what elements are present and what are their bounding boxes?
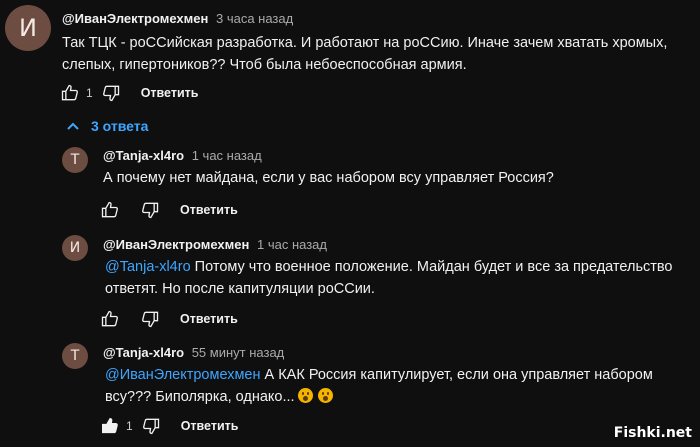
reply-header: @ИванЭлектромехмен 1 час назад <box>103 237 327 252</box>
comment-actions: 1 Ответить <box>58 81 198 105</box>
reply-button[interactable]: Ответить <box>180 312 238 326</box>
replies-count-label: 3 ответа <box>91 118 149 134</box>
replies-toggle-button[interactable]: 3 ответа <box>65 118 148 134</box>
dislike-button[interactable] <box>139 414 163 438</box>
reply-text-line: @ИванЭлектромехмен А КАК Россия капитули… <box>105 364 653 386</box>
watermark: Fishki.net <box>613 425 692 441</box>
comment-text-line: слепых, гипертоников?? Чтоб была небоесп… <box>62 57 467 73</box>
reply-text-line: @Tanja-xl4ro Потому что военное положени… <box>105 256 673 278</box>
reply-button[interactable]: Ответить <box>180 203 238 217</box>
like-button[interactable] <box>98 307 122 331</box>
reply-button[interactable]: Ответить <box>181 419 239 433</box>
reply-text-segment: А КАК Россия капитулирует, если она упра… <box>260 367 653 383</box>
mention-link[interactable]: @Tanja-xl4ro <box>105 259 191 275</box>
reply-author[interactable]: @Tanja-xl4ro <box>103 345 184 360</box>
reply-text: @Tanja-xl4ro Потому что военное положени… <box>105 256 673 300</box>
avatar[interactable]: И <box>5 5 51 51</box>
reply-button[interactable]: Ответить <box>141 86 199 100</box>
thumb-up-icon <box>61 84 78 101</box>
thumb-up-icon <box>101 310 118 327</box>
reply-time[interactable]: 55 минут назад <box>192 345 285 360</box>
dislike-button[interactable] <box>138 198 162 222</box>
astonished-face-emoji-icon <box>297 388 313 403</box>
reply-text-segment: Потому что военное положение. Майдан буд… <box>190 259 673 275</box>
comment-author[interactable]: @ИванЭлектромехмен <box>62 11 208 26</box>
thumb-down-icon <box>142 202 159 219</box>
astonished-face-emoji-icon <box>317 388 333 403</box>
chevron-up-icon <box>67 122 79 130</box>
thumb-down-icon <box>142 418 159 435</box>
like-button[interactable] <box>98 198 122 222</box>
mention-link[interactable]: @ИванЭлектромехмен <box>105 367 261 383</box>
reply-header: @Tanja-xl4ro 55 минут назад <box>103 345 284 360</box>
avatar[interactable]: И <box>62 235 88 261</box>
reply-time[interactable]: 1 час назад <box>192 148 262 163</box>
reply-text-line: всу??? Биполярка, однако... <box>105 386 653 408</box>
reply-author[interactable]: @Tanja-xl4ro <box>103 148 184 163</box>
avatar[interactable]: T <box>62 147 88 173</box>
reply-actions: Ответить <box>98 198 238 222</box>
reply-text: А почему нет майдана, если у вас набором… <box>103 167 554 189</box>
reply-author[interactable]: @ИванЭлектромехмен <box>103 237 249 252</box>
like-count: 1 <box>86 86 93 100</box>
avatar[interactable]: T <box>62 343 88 369</box>
comment-text-line: Так ТЦК - роССийская разработка. И работ… <box>62 35 668 51</box>
comment-header: @ИванЭлектромехмен 3 часа назад <box>62 11 293 26</box>
thumb-up-filled-icon <box>102 417 118 434</box>
reply-text-line: ответят. Но после капитуляции роССии. <box>105 281 375 297</box>
like-button[interactable] <box>98 414 122 438</box>
comment-time[interactable]: 3 часа назад <box>216 11 293 26</box>
thumb-down-icon <box>142 311 159 328</box>
reply-time[interactable]: 1 час назад <box>257 237 327 252</box>
reply-text-segment: всу??? Биполярка, однако... <box>105 389 295 405</box>
reply-header: @Tanja-xl4ro 1 час назад <box>103 148 262 163</box>
like-button[interactable] <box>58 81 82 105</box>
dislike-button[interactable] <box>138 307 162 331</box>
like-count: 1 <box>126 419 133 433</box>
reply-text-line: А почему нет майдана, если у вас набором… <box>103 170 554 186</box>
thumb-down-icon <box>102 85 119 102</box>
reply-text: @ИванЭлектромехмен А КАК Россия капитули… <box>105 364 653 408</box>
reply-actions: 1 Ответить <box>98 414 238 438</box>
thumb-up-icon <box>101 201 118 218</box>
comment-text: Так ТЦК - роССийская разработка. И работ… <box>62 32 667 76</box>
reply-actions: Ответить <box>98 307 238 331</box>
dislike-button[interactable] <box>99 81 123 105</box>
